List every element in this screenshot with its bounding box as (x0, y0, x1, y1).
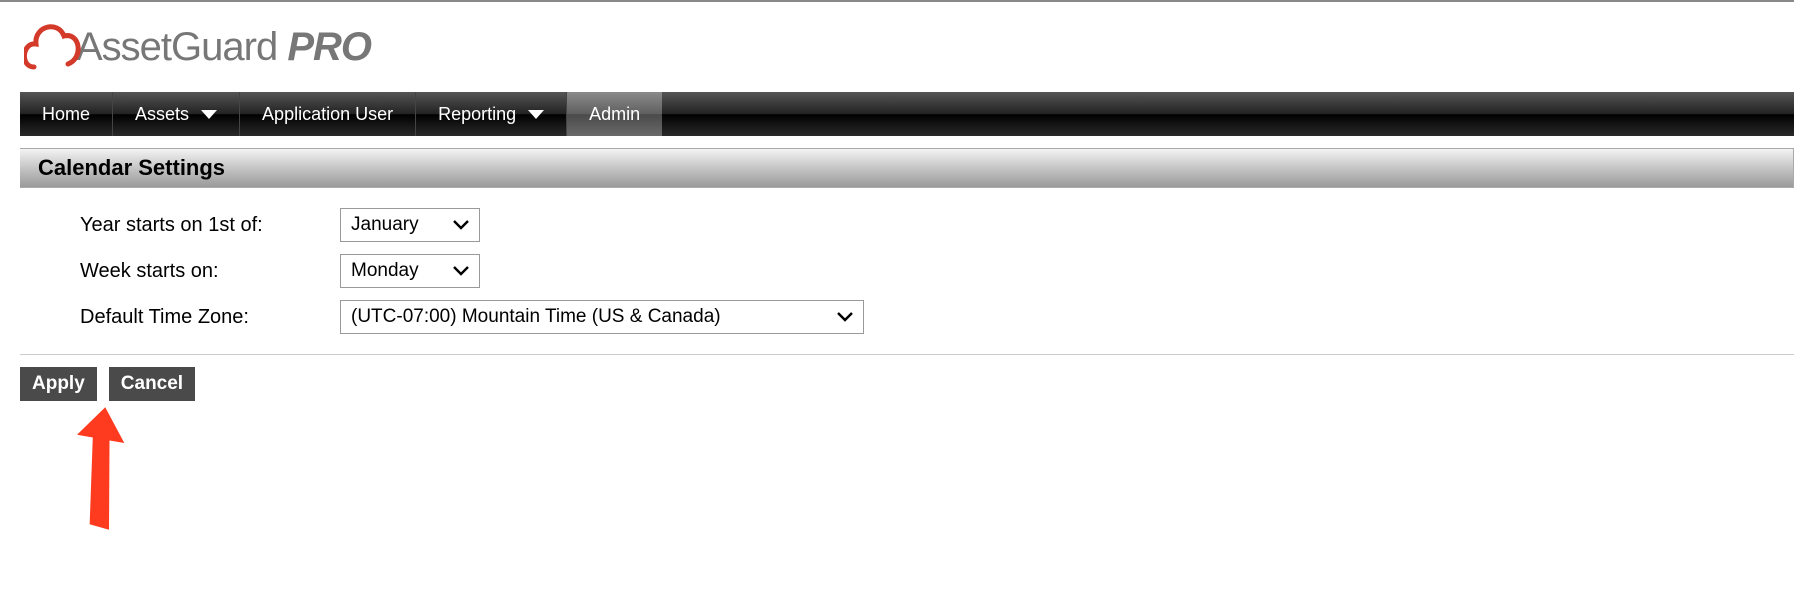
main-nav: Home Assets Application User Reporting A… (20, 92, 1794, 136)
annotation-arrow-icon (58, 407, 148, 552)
chevron-down-icon (201, 110, 217, 119)
nav-application-user[interactable]: Application User (240, 92, 416, 136)
cancel-button[interactable]: Cancel (109, 367, 195, 401)
nav-label: Reporting (438, 104, 516, 125)
nav-label: Assets (135, 104, 189, 125)
time-zone-select[interactable]: (UTC-07:00) Mountain Time (US & Canada) (340, 300, 864, 334)
brand-text-b: PRO (287, 25, 371, 69)
cloud-icon (24, 12, 82, 82)
field-time-zone: Default Time Zone: (UTC-07:00) Mountain … (80, 294, 1794, 340)
nav-assets[interactable]: Assets (113, 92, 240, 136)
chevron-down-icon (453, 220, 469, 230)
year-start-label: Year starts on 1st of: (80, 214, 340, 237)
nav-label: Home (42, 104, 90, 125)
chevron-down-icon (528, 110, 544, 119)
brand-text-a: AssetGuard (76, 25, 287, 69)
chevron-down-icon (453, 266, 469, 276)
nav-home[interactable]: Home (20, 92, 113, 136)
chevron-down-icon (837, 312, 853, 322)
nav-label: Application User (262, 104, 393, 125)
nav-label: Admin (589, 104, 640, 125)
select-value: (UTC-07:00) Mountain Time (US & Canada) (351, 306, 721, 328)
week-start-select[interactable]: Monday (340, 254, 480, 288)
year-start-select[interactable]: January (340, 208, 480, 242)
calendar-settings-form: Year starts on 1st of: January Week star… (20, 188, 1794, 355)
field-week-start: Week starts on: Monday (80, 248, 1794, 294)
brand-name: AssetGuard PRO (76, 25, 371, 70)
select-value: Monday (351, 260, 419, 282)
nav-reporting[interactable]: Reporting (416, 92, 567, 136)
week-start-label: Week starts on: (80, 260, 340, 283)
select-value: January (351, 214, 419, 236)
panel-title: Calendar Settings (20, 148, 1794, 188)
field-year-start: Year starts on 1st of: January (80, 202, 1794, 248)
nav-admin[interactable]: Admin (567, 92, 662, 136)
apply-button[interactable]: Apply (20, 367, 97, 401)
form-buttons: Apply Cancel (20, 367, 1794, 401)
time-zone-label: Default Time Zone: (80, 306, 340, 329)
logo: AssetGuard PRO (20, 2, 1794, 92)
